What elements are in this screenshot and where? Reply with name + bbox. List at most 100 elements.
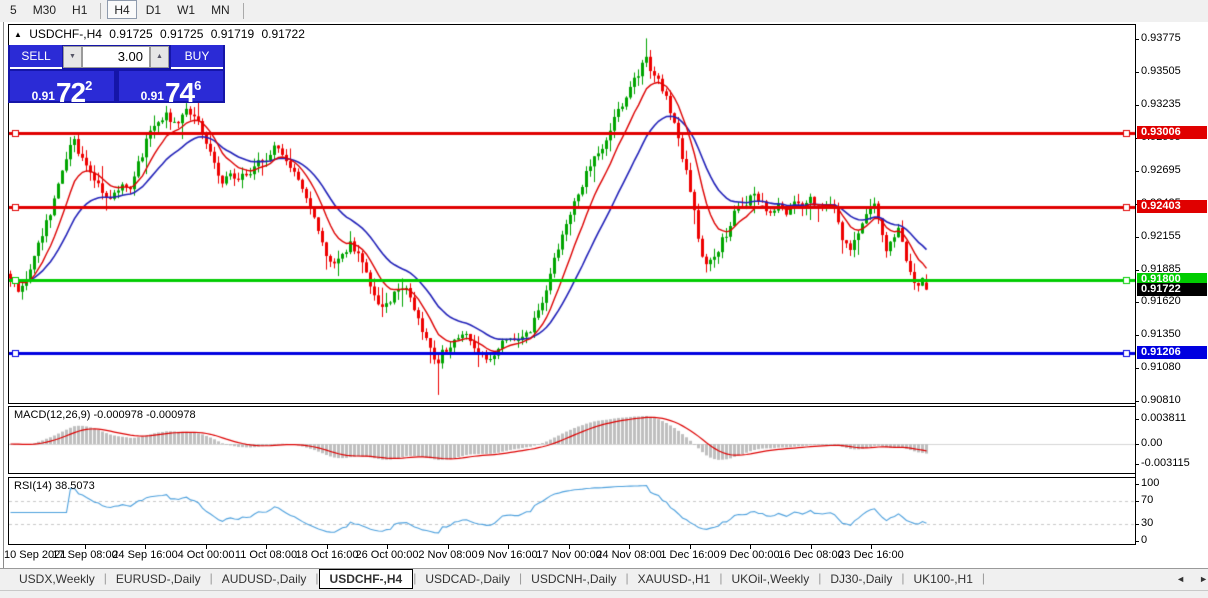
chart-tab-usdx-weekly[interactable]: USDX,Weekly [10,569,104,588]
price-tick-label: 0.91080 [1141,361,1181,373]
sell-price-sup: 2 [85,78,92,93]
rsi-tick-label: 30 [1141,517,1153,529]
time-tick-label: 16 Dec 08:00 [778,549,843,561]
tab-scroll-arrows: ◄► [1162,574,1208,584]
price-tick-label: 0.93505 [1141,65,1181,77]
price-tick-mark [1135,72,1139,73]
sell-price-big: 72 [56,77,85,108]
sell-button[interactable]: SELL [10,45,62,69]
price-tick-mark [1135,105,1139,106]
price-tick-label: 0.90810 [1141,394,1181,406]
rsi-tick-mark [1135,484,1139,485]
rsi-tick-label: 100 [1141,477,1159,489]
chart-tab-usdcad-daily[interactable]: USDCAD-,Daily [416,569,519,588]
chart-tab-audusd-daily[interactable]: AUDUSD-,Daily [213,569,316,588]
time-tick-label: 17 Nov 00:00 [536,549,601,561]
macd-tick-label: 0.00 [1141,437,1162,449]
price-tick-label: 0.91620 [1141,295,1181,307]
price-tick-mark [1135,171,1139,172]
timeframe-toolbar: 5M30H1 H4D1W1MN [0,0,1208,23]
toolbar-separator [243,3,244,19]
buy-price-big: 74 [165,77,194,108]
time-tick-label: 18 Oct 16:00 [296,549,359,561]
rsi-canvas[interactable] [9,478,1135,544]
toolbar-separator [100,3,101,19]
header-open: 0.91725 [109,27,152,41]
one-click-trading-panel: SELL ▼ 3.00 ▲ BUY 0.91722 0.91746 [8,45,225,103]
chart-tab-usdchf-h4[interactable]: USDCHF-,H4 [319,569,414,589]
macd-label: MACD(12,26,9) -0.000978 -0.000978 [14,409,196,421]
volume-increase-button[interactable]: ▲ [150,46,169,68]
hline-price-label: 0.92403 [1137,200,1207,213]
buy-price-sup: 6 [194,78,201,93]
volume-field[interactable]: 3.00 [82,46,150,68]
chart-tab-dj30-daily[interactable]: DJ30-,Daily [821,569,901,588]
header-high: 0.91725 [160,27,203,41]
tab-scroll-left-icon[interactable]: ◄ [1176,574,1185,584]
window-left-border [3,22,4,568]
price-tick-mark [1135,237,1139,238]
macd-tick-label: -0.003115 [1141,457,1190,469]
chart-header: ▲ USDCHF-,H4 0.91725 0.91725 0.91719 0.9… [14,27,309,41]
tab-scroll-right-icon[interactable]: ► [1199,574,1208,584]
timeframe-button-h4[interactable]: H4 [107,0,136,19]
time-tick-label: 26 Oct 00:00 [356,549,419,561]
current-price-label: 0.91722 [1137,283,1207,296]
rsi-tick-mark [1135,541,1139,542]
price-tick-mark [1135,270,1139,271]
time-tick-label: 1 Dec 16:00 [660,549,719,561]
mt4-terminal: { "toolbar": { "timeframes": ["5", "M30"… [0,0,1208,597]
chart-tab-usdcnh-daily[interactable]: USDCNH-,Daily [522,569,625,588]
time-tick-label: 17 Sep 08:00 [52,549,117,561]
chart-tab-bar: USDX,Weekly|EURUSD-,Daily|AUDUSD-,Daily|… [0,568,1208,591]
timeframe-button-d1[interactable]: D1 [139,0,168,19]
time-tick-label: 24 Sep 16:00 [112,549,177,561]
price-tick-mark [1135,39,1139,40]
time-tick-label: 9 Nov 16:00 [478,549,537,561]
price-tick-mark [1135,368,1139,369]
timeframe-button-m30[interactable]: M30 [26,0,63,19]
hline-price-label: 0.93006 [1137,126,1207,139]
timeframe-button-w1[interactable]: W1 [170,0,202,19]
time-tick-label: 4 Oct 00:00 [178,549,235,561]
rsi-label: RSI(14) 38.5073 [14,480,95,492]
tab-separator: | [982,571,985,585]
price-tick-label: 0.92695 [1141,164,1181,176]
price-tick-mark [1135,302,1139,303]
direction-up-icon: ▲ [14,30,22,39]
chart-tab-eurusd-daily[interactable]: EURUSD-,Daily [107,569,210,588]
price-tick-label: 0.91350 [1141,328,1181,340]
buy-button[interactable]: BUY [171,45,223,69]
chart-tab-xauusd-h1[interactable]: XAUUSD-,H1 [629,569,720,588]
sell-price[interactable]: 0.91722 [10,71,114,101]
volume-decrease-button[interactable]: ▼ [63,46,82,68]
time-tick-label: 2 Nov 08:00 [418,549,477,561]
chart-tab-uk100-h1[interactable]: UK100-,H1 [905,569,982,588]
time-tick-label: 23 Dec 16:00 [838,549,903,561]
rsi-tick-mark [1135,524,1139,525]
hline-price-label: 0.91206 [1137,346,1207,359]
macd-tick-mark [1135,419,1139,420]
rsi-tick-label: 70 [1141,494,1153,506]
timeframe-button-5[interactable]: 5 [3,0,24,19]
timeframe-button-h1[interactable]: H1 [65,0,94,19]
macd-tick-mark [1135,444,1139,445]
price-tick-mark [1135,401,1139,402]
macd-tick-mark [1135,464,1139,465]
price-tick-label: 0.93235 [1141,98,1181,110]
header-close: 0.91722 [261,27,304,41]
price-tick-label: 0.92155 [1141,230,1181,242]
rsi-tick-mark [1135,501,1139,502]
header-low: 0.91719 [211,27,254,41]
time-tick-label: 9 Dec 00:00 [720,549,779,561]
price-tick-label: 0.93775 [1141,32,1181,44]
buy-price[interactable]: 0.91746 [119,71,223,101]
header-symbol: USDCHF-,H4 [29,27,102,41]
timeframe-button-mn[interactable]: MN [204,0,237,19]
price-tick-mark [1135,335,1139,336]
sell-price-prefix: 0.91 [32,89,55,103]
rsi-tick-label: 0 [1141,534,1147,546]
chart-tab-ukoil-weekly[interactable]: UKOil-,Weekly [722,569,818,588]
macd-tick-label: 0.003811 [1141,412,1186,424]
buy-price-prefix: 0.91 [141,89,164,103]
